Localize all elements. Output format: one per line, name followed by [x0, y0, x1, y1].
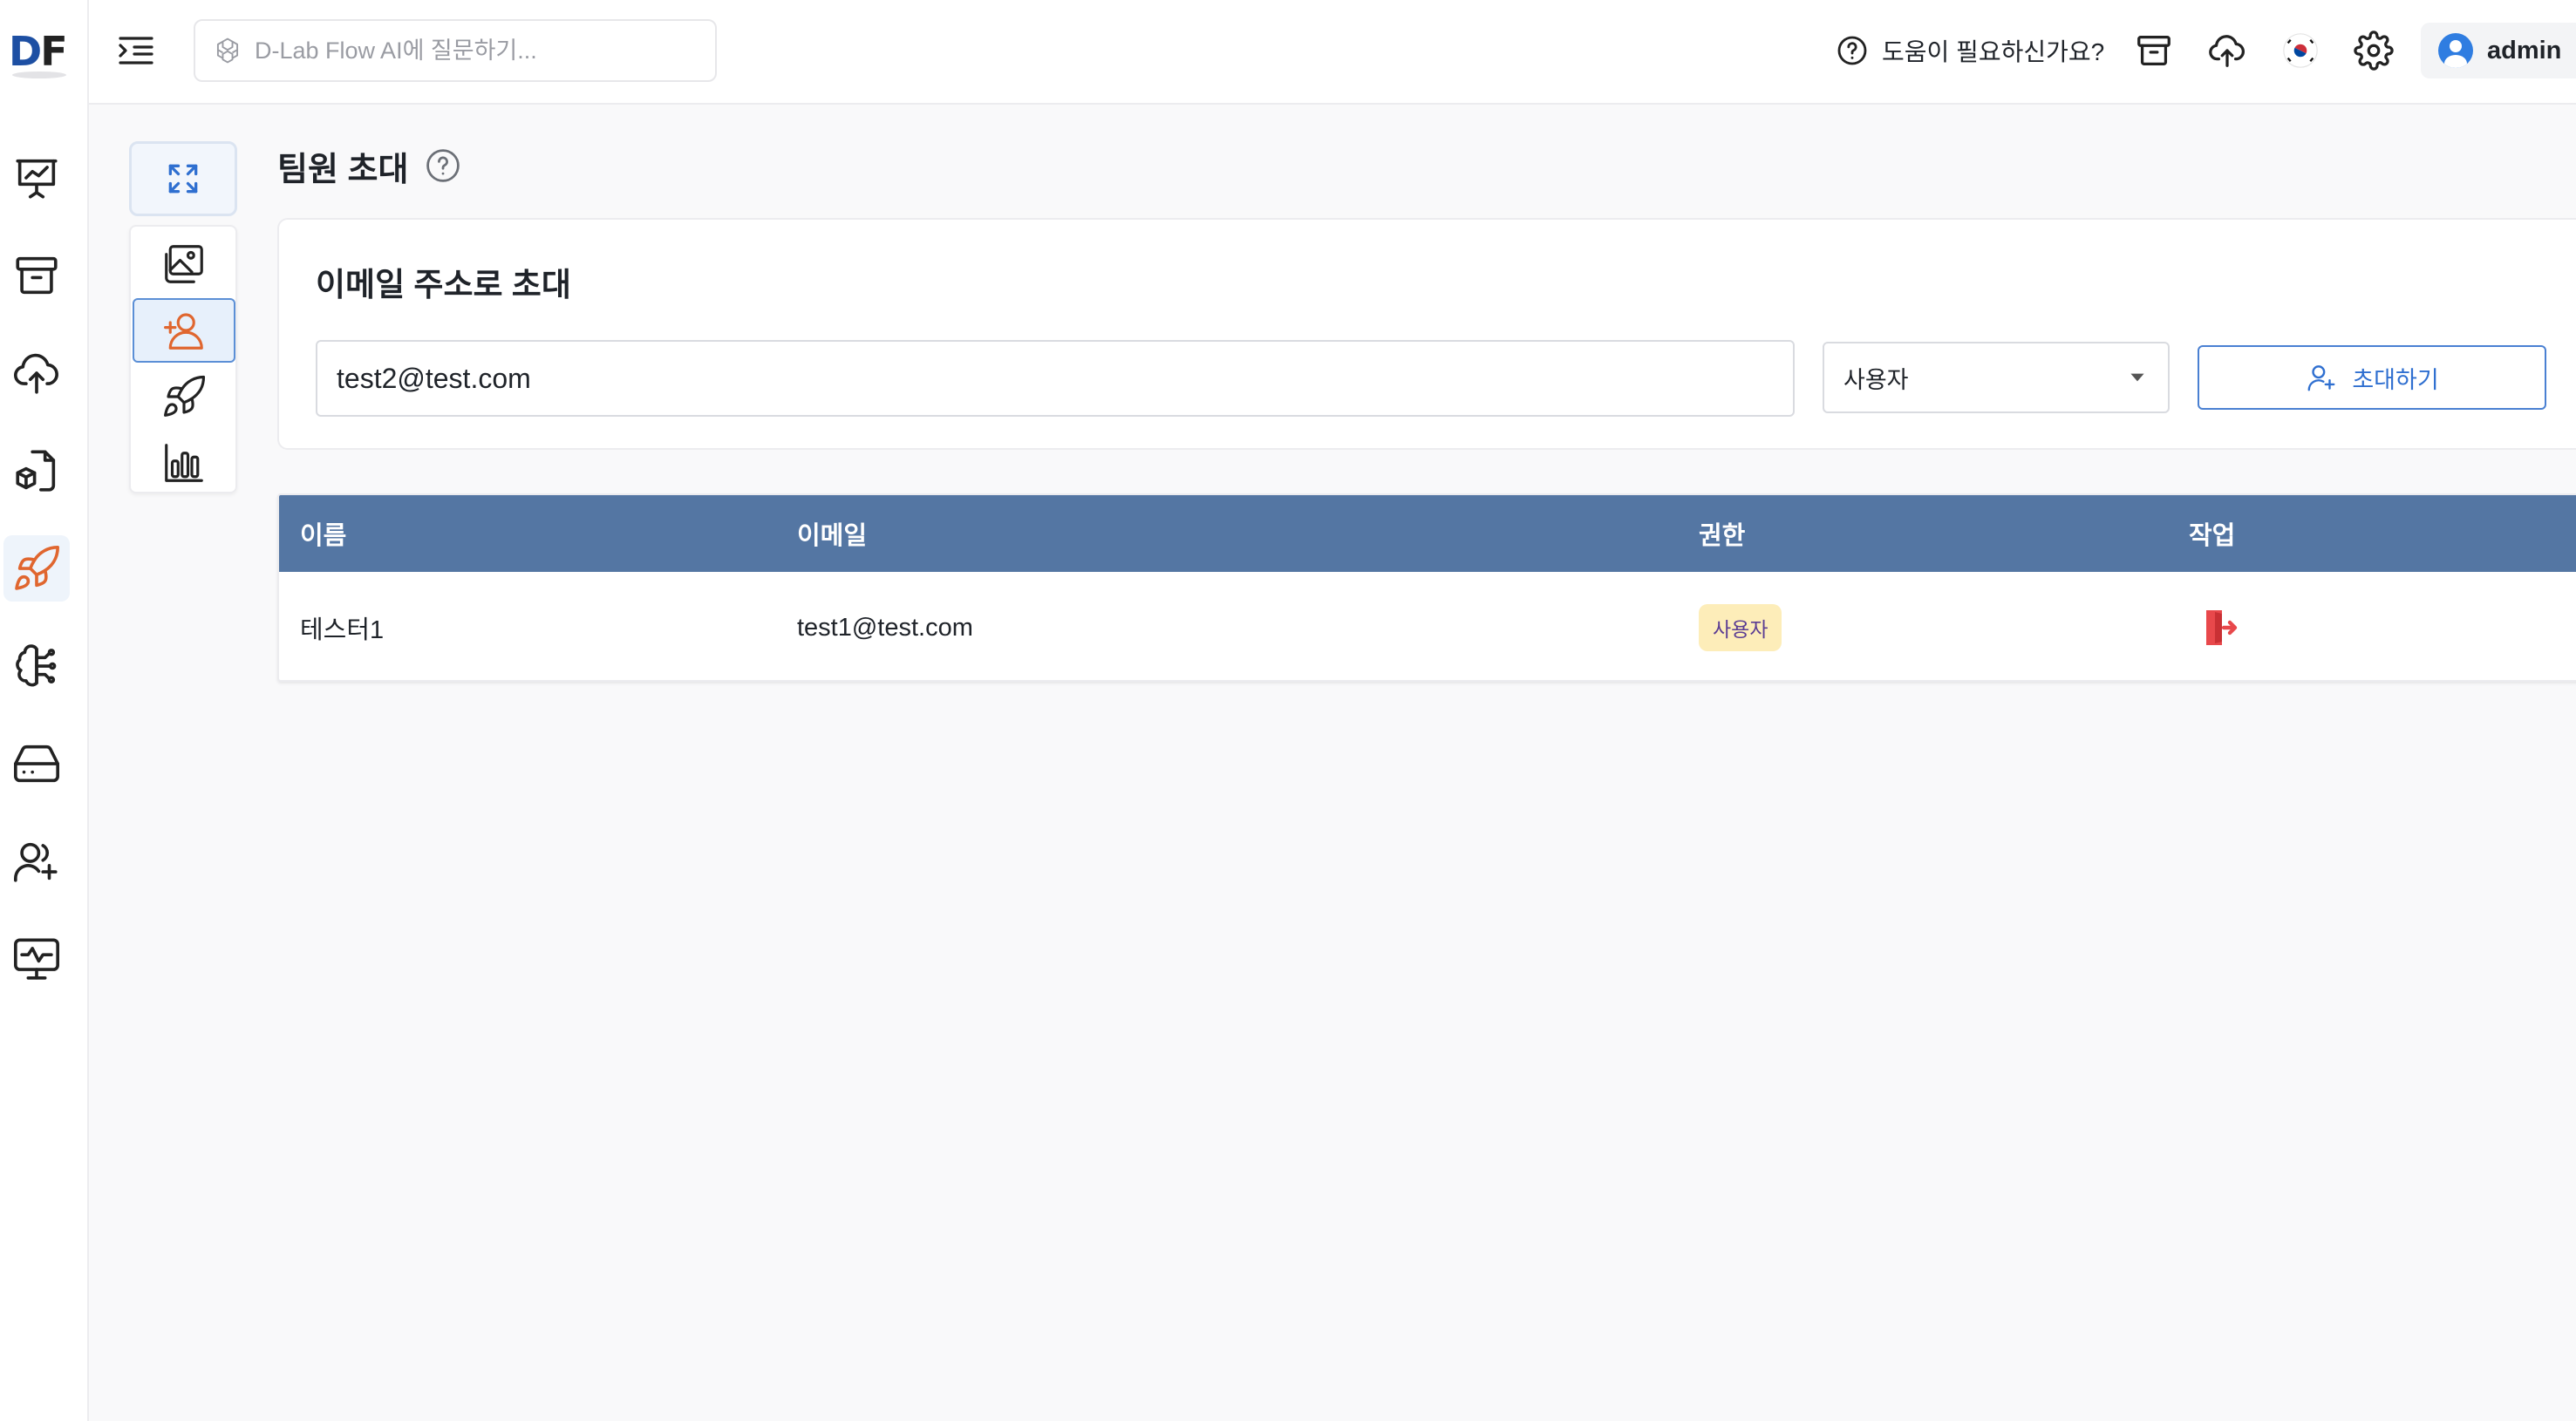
ai-search-input[interactable]	[255, 37, 708, 65]
gear-icon	[2354, 31, 2394, 71]
brain-icon	[16, 644, 57, 687]
tool-column	[129, 225, 237, 493]
hard-drive-icon	[14, 744, 59, 783]
rail-item-ai[interactable]	[3, 633, 70, 699]
user-add-icon	[164, 313, 203, 350]
rail-item-storage[interactable]	[3, 731, 70, 797]
bar-chart-icon	[165, 444, 203, 482]
remove-member-button[interactable]	[2199, 572, 2241, 680]
menu-indent-icon	[119, 37, 153, 65]
help-circle-icon[interactable]	[424, 146, 462, 185]
rail-item-upload[interactable]	[3, 340, 70, 406]
member-name: 테스터1	[300, 616, 385, 644]
image-gallery-icon	[165, 245, 203, 283]
rail-item-deploy[interactable]	[3, 535, 70, 602]
monitor-pulse-icon	[14, 938, 59, 980]
rail-item-dashboard[interactable]	[3, 145, 70, 211]
members-table: 이름 이메일 권한 작업 테스터1 test1@test.com 사용자	[277, 493, 2576, 682]
tool-item-invite[interactable]	[133, 298, 235, 363]
sidebar-toggle-button[interactable]	[112, 26, 160, 75]
invite-button-label: 초대하기	[2352, 366, 2439, 393]
table-row: 테스터1 test1@test.com 사용자	[279, 572, 2576, 680]
column-header-role[interactable]: 권한	[1699, 495, 1745, 572]
archive-box-icon	[16, 256, 58, 295]
user-add-icon	[2307, 365, 2335, 391]
presentation-chart-icon	[16, 159, 58, 199]
rocket-icon	[15, 546, 59, 590]
rail-item-users[interactable]	[3, 828, 70, 894]
column-header-actions[interactable]: 작업	[2189, 495, 2235, 572]
help-link[interactable]: 도움이 필요하신가요?	[1835, 26, 2104, 75]
korean-flag-icon	[2283, 33, 2318, 68]
rail-item-monitoring[interactable]	[3, 926, 70, 992]
expand-button[interactable]	[129, 141, 237, 216]
invite-heading: 이메일 주소로 초대	[316, 267, 571, 303]
archive-icon	[2137, 36, 2171, 65]
logo-d: D	[9, 28, 42, 75]
email-field[interactable]	[316, 340, 1795, 417]
page-header: 팀원 초대	[277, 141, 462, 190]
cloud-upload-icon	[14, 353, 58, 394]
left-rail: DF	[0, 0, 89, 1421]
invite-card: 이메일 주소로 초대 사용자 초대하기	[277, 218, 2576, 450]
avatar-icon	[2438, 33, 2473, 68]
email-input[interactable]	[337, 362, 1767, 395]
column-header-name[interactable]: 이름	[300, 495, 346, 572]
upload-button[interactable]	[2203, 26, 2252, 75]
archive-button[interactable]	[2130, 26, 2178, 75]
rocket-icon	[164, 375, 206, 417]
rail-item-archive[interactable]	[3, 242, 70, 309]
role-select[interactable]: 사용자	[1823, 342, 2170, 413]
ai-search-box[interactable]	[194, 19, 717, 82]
document-cube-icon	[16, 450, 56, 492]
page-title: 팀원 초대	[277, 151, 409, 188]
user-menu-button[interactable]: admin	[2421, 23, 2576, 78]
role-badge: 사용자	[1699, 604, 1782, 651]
logo-f: F	[40, 28, 67, 75]
help-label: 도움이 필요하신가요?	[1882, 38, 2105, 65]
top-bar: 도움이 필요하신가요? admin	[89, 0, 2576, 105]
cloud-upload-icon	[2209, 35, 2245, 67]
member-role-cell: 사용자	[1699, 572, 1782, 680]
expand-arrows-icon	[168, 164, 198, 194]
caret-down-icon	[2130, 373, 2144, 382]
rail-item-models[interactable]	[3, 438, 70, 504]
question-circle-icon	[1837, 36, 1867, 65]
column-header-email[interactable]: 이메일	[797, 495, 867, 572]
username: admin	[2487, 36, 2562, 65]
role-select-value: 사용자	[1843, 366, 1909, 393]
language-button[interactable]	[2276, 26, 2325, 75]
exit-door-icon	[2206, 610, 2238, 645]
tool-item-images[interactable]	[133, 232, 235, 296]
tool-item-stats[interactable]	[133, 431, 235, 495]
invite-button[interactable]: 초대하기	[2198, 345, 2546, 410]
member-email: test1@test.com	[797, 613, 973, 642]
user-plus-icon	[14, 842, 58, 882]
tool-item-deploy[interactable]	[133, 364, 235, 429]
openai-icon	[216, 37, 239, 64]
app-logo[interactable]: DF	[5, 26, 70, 78]
settings-button[interactable]	[2349, 26, 2398, 75]
table-header: 이름 이메일 권한 작업	[279, 495, 2576, 572]
